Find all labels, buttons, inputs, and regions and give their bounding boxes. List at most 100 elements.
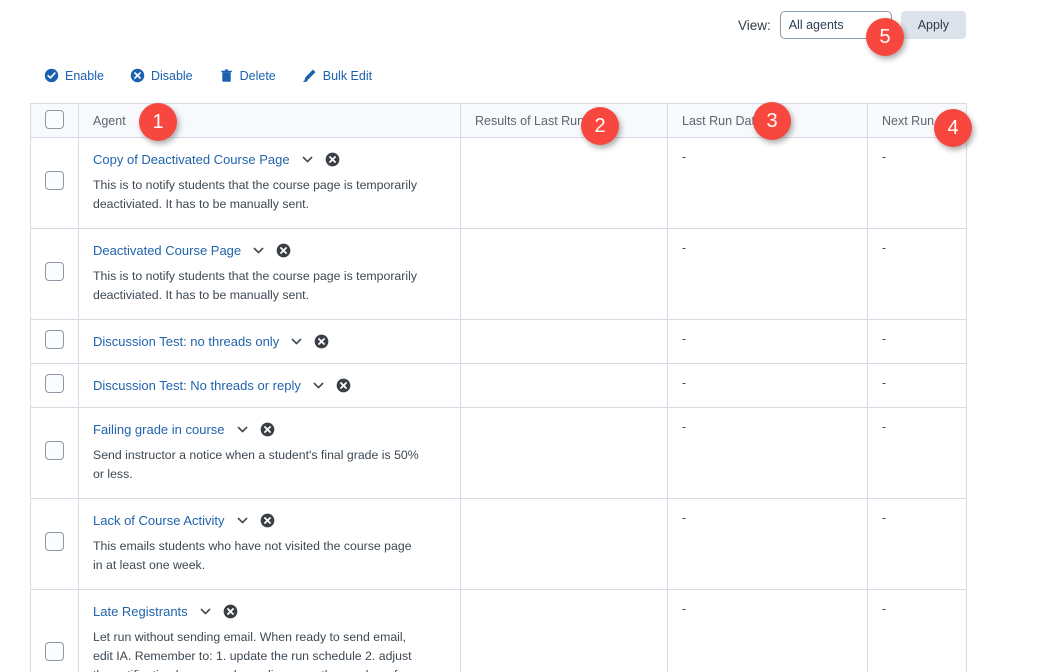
- next-run-date-cell: -: [867, 498, 967, 591]
- delete-button[interactable]: Delete: [219, 68, 276, 83]
- column-header-results-of-last-run[interactable]: Results of Last Run: [460, 103, 668, 138]
- view-bar: View: All agents Apply: [0, 11, 966, 39]
- x-circle-icon[interactable]: [260, 422, 275, 437]
- table-row: Late Registrants Let run without sending …: [30, 589, 967, 672]
- table-row: Lack of Course Activity This emails stude…: [30, 498, 967, 591]
- select-all-header: [30, 103, 79, 138]
- agent-name-link[interactable]: Discussion Test: no threads only: [93, 334, 279, 349]
- last-run-date-cell: -: [667, 589, 868, 672]
- agent-cell: Lack of Course Activity This emails stude…: [78, 498, 461, 591]
- row-select-cell: [30, 136, 79, 230]
- results-of-last-run-cell: [460, 363, 668, 409]
- row-select-cell: [30, 319, 79, 365]
- check-circle-icon: [44, 68, 59, 83]
- x-circle-icon[interactable]: [325, 152, 340, 167]
- column-header-next-run-date[interactable]: Next Run D: [867, 103, 967, 138]
- agent-cell: Copy of Deactivated Course Page This is t…: [78, 136, 461, 230]
- delete-label: Delete: [239, 68, 276, 83]
- agent-cell: Discussion Test: no threads only: [78, 319, 461, 365]
- agent-cell: Failing grade in course Send instructor a…: [78, 407, 461, 500]
- table-row: Discussion Test: No threads or reply - -: [30, 363, 967, 409]
- table-row: Deactivated Course Page This is to notify…: [30, 228, 967, 321]
- chevron-down-icon[interactable]: [199, 605, 212, 618]
- chevron-down-icon[interactable]: [312, 379, 325, 392]
- table-row: Copy of Deactivated Course Page This is t…: [30, 136, 967, 230]
- next-run-date-cell: -: [867, 589, 967, 672]
- last-run-date-cell: -: [667, 407, 868, 500]
- agent-name-link[interactable]: Failing grade in course: [93, 422, 225, 437]
- bulk-edit-button[interactable]: Bulk Edit: [302, 68, 372, 83]
- agent-name-link[interactable]: Discussion Test: No threads or reply: [93, 378, 301, 393]
- agent-description: This is to notify students that the cour…: [93, 269, 417, 303]
- chevron-down-icon[interactable]: [290, 335, 303, 348]
- bulk-edit-label: Bulk Edit: [322, 68, 373, 83]
- last-run-date-cell: -: [667, 136, 868, 230]
- row-checkbox[interactable]: [45, 532, 64, 552]
- agent-title-row: Late Registrants: [93, 604, 446, 619]
- agent-cell: Deactivated Course Page This is to notify…: [78, 228, 461, 321]
- x-circle-icon[interactable]: [314, 334, 329, 349]
- agents-table: Agent Results of Last Run Last Run Date …: [30, 103, 967, 672]
- select-all-checkbox[interactable]: [45, 109, 64, 129]
- enable-button[interactable]: Enable: [44, 68, 104, 83]
- agent-cell: Discussion Test: No threads or reply: [78, 363, 461, 409]
- agent-title-row: Discussion Test: No threads or reply: [93, 378, 446, 393]
- view-select[interactable]: All agents: [779, 11, 892, 39]
- agent-description: This emails students who have not visite…: [93, 539, 412, 573]
- row-select-cell: [30, 498, 79, 591]
- agent-name-link[interactable]: Deactivated Course Page: [93, 243, 241, 258]
- table-row: Failing grade in course Send instructor a…: [30, 407, 967, 500]
- chevron-down-icon[interactable]: [301, 153, 314, 166]
- last-run-date-cell: -: [667, 228, 868, 321]
- apply-button[interactable]: Apply: [900, 11, 966, 39]
- results-of-last-run-cell: [460, 498, 668, 591]
- pencil-icon: [302, 68, 317, 83]
- x-circle-icon: [130, 68, 145, 83]
- results-of-last-run-cell: [460, 136, 668, 230]
- last-run-date-cell: -: [667, 498, 868, 591]
- results-of-last-run-cell: [460, 589, 668, 672]
- column-header-last-run-date[interactable]: Last Run Date: [667, 103, 868, 138]
- results-of-last-run-cell: [460, 407, 668, 500]
- trash-icon: [219, 68, 234, 83]
- agent-cell: Late Registrants Let run without sending …: [78, 589, 461, 672]
- x-circle-icon[interactable]: [336, 378, 351, 393]
- results-of-last-run-cell: [460, 319, 668, 365]
- agent-title-row: Discussion Test: no threads only: [93, 334, 446, 349]
- agent-name-link[interactable]: Copy of Deactivated Course Page: [93, 152, 290, 167]
- next-run-date-cell: -: [867, 136, 967, 230]
- agent-name-link[interactable]: Late Registrants: [93, 604, 188, 619]
- enable-label: Enable: [65, 68, 104, 83]
- row-checkbox[interactable]: [45, 171, 64, 191]
- agent-description: Send instructor a notice when a student'…: [93, 448, 419, 482]
- chevron-down-icon[interactable]: [236, 423, 249, 436]
- row-select-cell: [30, 363, 79, 409]
- last-run-date-cell: -: [667, 363, 868, 409]
- agent-name-link[interactable]: Lack of Course Activity: [93, 513, 225, 528]
- disable-button[interactable]: Disable: [130, 68, 193, 83]
- table-header-row: Agent Results of Last Run Last Run Date …: [30, 103, 967, 138]
- table-body: Copy of Deactivated Course Page This is t…: [30, 136, 967, 672]
- agent-title-row: Deactivated Course Page: [93, 243, 446, 258]
- table-row: Discussion Test: no threads only - -: [30, 319, 967, 365]
- row-select-cell: [30, 228, 79, 321]
- row-checkbox[interactable]: [45, 262, 64, 282]
- x-circle-icon[interactable]: [223, 604, 238, 619]
- agent-title-row: Copy of Deactivated Course Page: [93, 152, 446, 167]
- next-run-date-cell: -: [867, 319, 967, 365]
- x-circle-icon[interactable]: [276, 243, 291, 258]
- row-checkbox[interactable]: [45, 373, 64, 393]
- row-checkbox[interactable]: [45, 441, 64, 461]
- view-label: View:: [737, 17, 771, 33]
- agent-title-row: Lack of Course Activity: [93, 513, 446, 528]
- disable-label: Disable: [150, 68, 193, 83]
- row-select-cell: [30, 407, 79, 500]
- x-circle-icon[interactable]: [260, 513, 275, 528]
- row-checkbox[interactable]: [45, 642, 64, 662]
- chevron-down-icon: [872, 20, 883, 31]
- next-run-date-cell: -: [867, 363, 967, 409]
- chevron-down-icon[interactable]: [252, 244, 265, 257]
- chevron-down-icon[interactable]: [236, 514, 249, 527]
- row-checkbox[interactable]: [45, 329, 64, 349]
- column-header-agent[interactable]: Agent: [78, 103, 461, 138]
